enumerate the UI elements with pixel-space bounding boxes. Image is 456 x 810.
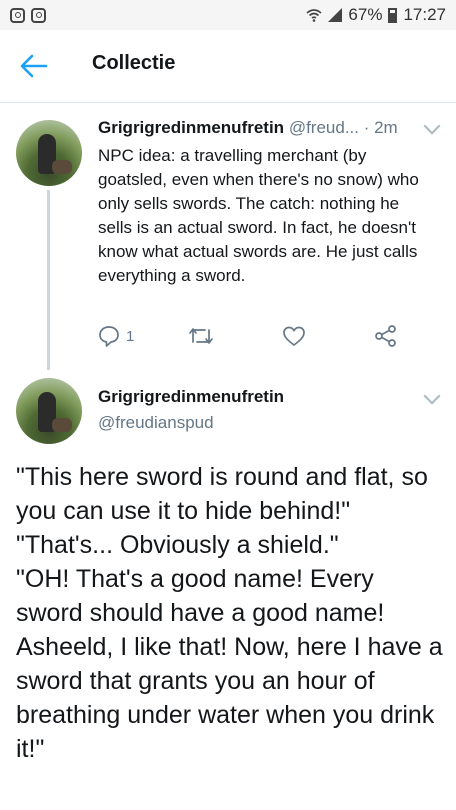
- tweet-time: · 2m: [359, 118, 398, 137]
- tweet-text: NPC idea: a travelling merchant (by goat…: [98, 146, 419, 285]
- page-title: Collectie: [92, 52, 176, 74]
- reply-count: 1: [126, 327, 135, 345]
- instagram-icon: [31, 7, 46, 23]
- handle[interactable]: @freudianspud: [98, 413, 214, 433]
- status-bar: 67% 17:27: [0, 0, 456, 30]
- clock: 17:27: [403, 5, 446, 24]
- back-arrow-icon[interactable]: [18, 52, 50, 80]
- like-button[interactable]: [282, 323, 306, 349]
- status-bar-right: 67% 17:27: [306, 5, 446, 25]
- avatar[interactable]: [16, 378, 82, 444]
- retweet-icon: [189, 328, 213, 344]
- thread-connector: [47, 190, 50, 370]
- wifi-icon: [306, 9, 322, 22]
- signal-icon: [328, 8, 343, 22]
- share-icon: [375, 325, 396, 347]
- share-button[interactable]: [374, 323, 398, 349]
- battery-icon: [388, 7, 398, 23]
- retweet-button[interactable]: [188, 323, 214, 349]
- reply-button[interactable]: 1: [98, 323, 134, 349]
- display-name[interactable]: Grigrigredinmenufretin: [98, 387, 284, 407]
- instagram-icon: [10, 7, 25, 23]
- handle: @freud...: [288, 118, 359, 137]
- display-name: Grigrigredinmenufretin: [98, 118, 285, 137]
- reply-icon: [99, 326, 119, 347]
- app-header: Collectie: [0, 30, 456, 103]
- tweet-actions: 1: [98, 323, 408, 353]
- chevron-down-icon[interactable]: [423, 387, 441, 405]
- chevron-down-icon[interactable]: [423, 117, 441, 135]
- avatar[interactable]: [16, 120, 82, 186]
- battery-percent: 67%: [348, 5, 383, 24]
- tweet-text: "This here sword is round and flat, so y…: [16, 463, 443, 763]
- like-icon: [283, 326, 305, 346]
- status-bar-left: [10, 7, 46, 23]
- tweet-author[interactable]: Grigrigredinmenufretin @freud... · 2m: [98, 118, 398, 138]
